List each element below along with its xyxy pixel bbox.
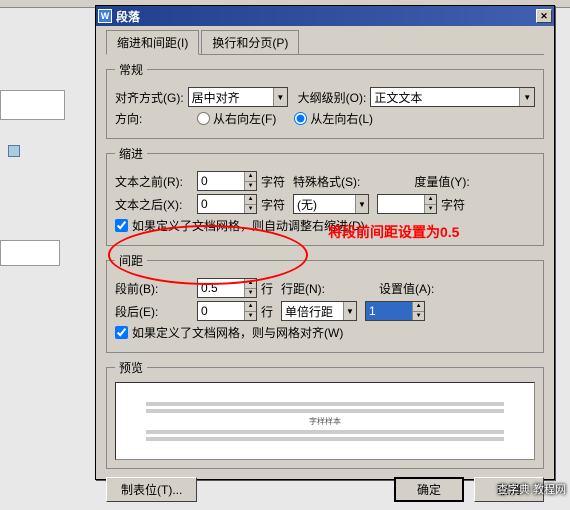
group-indent-legend: 缩进	[115, 145, 147, 162]
preview-panel: 字样样本	[115, 382, 535, 460]
preview-line	[146, 402, 504, 406]
unit-char-label: 字符	[261, 196, 285, 213]
space-before-spin[interactable]: ▲▼	[197, 278, 257, 298]
line-spacing-combo[interactable]: ▼	[281, 301, 357, 321]
auto-adjust-checkbox[interactable]: 如果定义了文档网格，则自动调整右缩进(D)	[115, 217, 365, 234]
indent-after-input[interactable]	[198, 195, 244, 213]
chevron-down-icon[interactable]: ▼	[519, 88, 534, 106]
measure-spin[interactable]: ▲▼	[377, 194, 437, 214]
spin-down-icon[interactable]: ▼	[245, 289, 256, 298]
indent-before-label: 文本之前(R):	[115, 173, 193, 190]
snap-grid-label: 如果定义了文档网格，则与网格对齐(W)	[132, 324, 343, 341]
group-general: 常规 对齐方式(G): ▼ 大纲级别(O): ▼ 方向: 从右向左(F)	[106, 61, 544, 139]
chevron-down-icon[interactable]: ▼	[343, 302, 356, 320]
space-before-label: 段前(B):	[115, 280, 193, 297]
direction-ltr-radio[interactable]: 从左向右(L)	[294, 110, 373, 127]
unit-char-label: 字符	[441, 196, 465, 213]
titlebar[interactable]: W 段落 ✕	[96, 6, 554, 26]
indent-before-spin[interactable]: ▲▼	[197, 171, 257, 191]
ok-button[interactable]: 确定	[394, 477, 464, 502]
tab-line-page-break[interactable]: 换行和分页(P)	[201, 30, 299, 54]
spin-up-icon[interactable]: ▲	[413, 302, 424, 312]
space-after-spin[interactable]: ▲▼	[197, 301, 257, 321]
tabs-button[interactable]: 制表位(T)...	[106, 477, 197, 502]
dialog-title: 段落	[116, 8, 536, 25]
preview-line	[146, 430, 504, 434]
preview-line	[146, 437, 504, 441]
special-format-label: 特殊格式(S):	[293, 173, 360, 190]
space-after-label: 段后(E):	[115, 303, 193, 320]
spin-up-icon[interactable]: ▲	[425, 195, 436, 205]
spin-down-icon[interactable]: ▼	[245, 205, 256, 214]
alignment-input[interactable]	[189, 88, 273, 106]
set-value-spin[interactable]: ▲▼	[365, 301, 425, 321]
spin-down-icon[interactable]: ▼	[413, 312, 424, 321]
indent-after-spin[interactable]: ▲▼	[197, 194, 257, 214]
indent-before-input[interactable]	[198, 172, 244, 190]
group-general-legend: 常规	[115, 61, 147, 78]
spin-up-icon[interactable]: ▲	[245, 195, 256, 205]
direction-ltr-label: 从左向右(L)	[310, 110, 373, 127]
outline-input[interactable]	[371, 88, 519, 106]
group-indent: 缩进 文本之前(R): ▲▼ 字符 特殊格式(S): 度量值(Y): 文本之后(…	[106, 145, 544, 246]
unit-char-label: 字符	[261, 173, 285, 190]
alignment-label: 对齐方式(G):	[115, 89, 184, 106]
chevron-down-icon[interactable]: ▼	[273, 88, 287, 106]
alignment-combo[interactable]: ▼	[188, 87, 288, 107]
direction-rtl-label: 从右向左(F)	[213, 110, 276, 127]
unit-line-label: 行	[261, 280, 273, 297]
space-before-input[interactable]	[198, 279, 244, 297]
bg-cell-1	[0, 90, 65, 120]
spin-up-icon[interactable]: ▲	[245, 279, 256, 289]
spin-up-icon[interactable]: ▲	[245, 302, 256, 312]
bg-cell-2	[0, 240, 60, 266]
direction-rtl-radio[interactable]: 从右向左(F)	[197, 110, 276, 127]
set-value-input[interactable]	[366, 302, 412, 320]
measure-input[interactable]	[378, 195, 424, 213]
chevron-down-icon[interactable]: ▼	[355, 195, 368, 213]
preview-line	[146, 409, 504, 413]
spin-up-icon[interactable]: ▲	[245, 172, 256, 182]
set-value-label: 设置值(A):	[379, 280, 434, 297]
measure-label: 度量值(Y):	[414, 173, 469, 190]
spin-down-icon[interactable]: ▼	[425, 205, 436, 214]
unit-line-label: 行	[261, 303, 273, 320]
snap-grid-checkbox[interactable]: 如果定义了文档网格，则与网格对齐(W)	[115, 324, 343, 341]
spin-down-icon[interactable]: ▼	[245, 182, 256, 191]
group-preview: 预览 字样样本	[106, 359, 544, 469]
space-after-input[interactable]	[198, 302, 244, 320]
outline-label: 大纲级别(O):	[298, 89, 367, 106]
line-spacing-label: 行距(N):	[281, 280, 325, 297]
indent-after-label: 文本之后(X):	[115, 196, 193, 213]
special-format-combo[interactable]: ▼	[293, 194, 369, 214]
preview-sample-text: 字样样本	[218, 416, 433, 427]
paragraph-dialog: W 段落 ✕ 缩进和间距(I) 换行和分页(P) 常规 对齐方式(G): ▼ 大…	[95, 5, 555, 480]
direction-label: 方向:	[115, 110, 193, 127]
tab-indent-spacing[interactable]: 缩进和间距(I)	[106, 30, 199, 55]
outline-combo[interactable]: ▼	[370, 87, 535, 107]
close-button[interactable]: ✕	[536, 9, 552, 23]
special-format-input[interactable]	[294, 195, 355, 213]
watermark: 查字典 教程网	[497, 481, 566, 497]
app-icon: W	[98, 9, 112, 23]
auto-adjust-label: 如果定义了文档网格，则自动调整右缩进(D)	[132, 217, 365, 234]
group-spacing: 间距 段前(B): ▲▼ 行 行距(N): 设置值(A): 段后(E): ▲▼ …	[106, 252, 544, 353]
spin-down-icon[interactable]: ▼	[245, 312, 256, 321]
bg-doc-icon	[8, 145, 20, 157]
group-spacing-legend: 间距	[115, 252, 147, 269]
tab-strip: 缩进和间距(I) 换行和分页(P)	[106, 30, 544, 55]
line-spacing-input[interactable]	[282, 302, 343, 320]
group-preview-legend: 预览	[115, 359, 147, 376]
